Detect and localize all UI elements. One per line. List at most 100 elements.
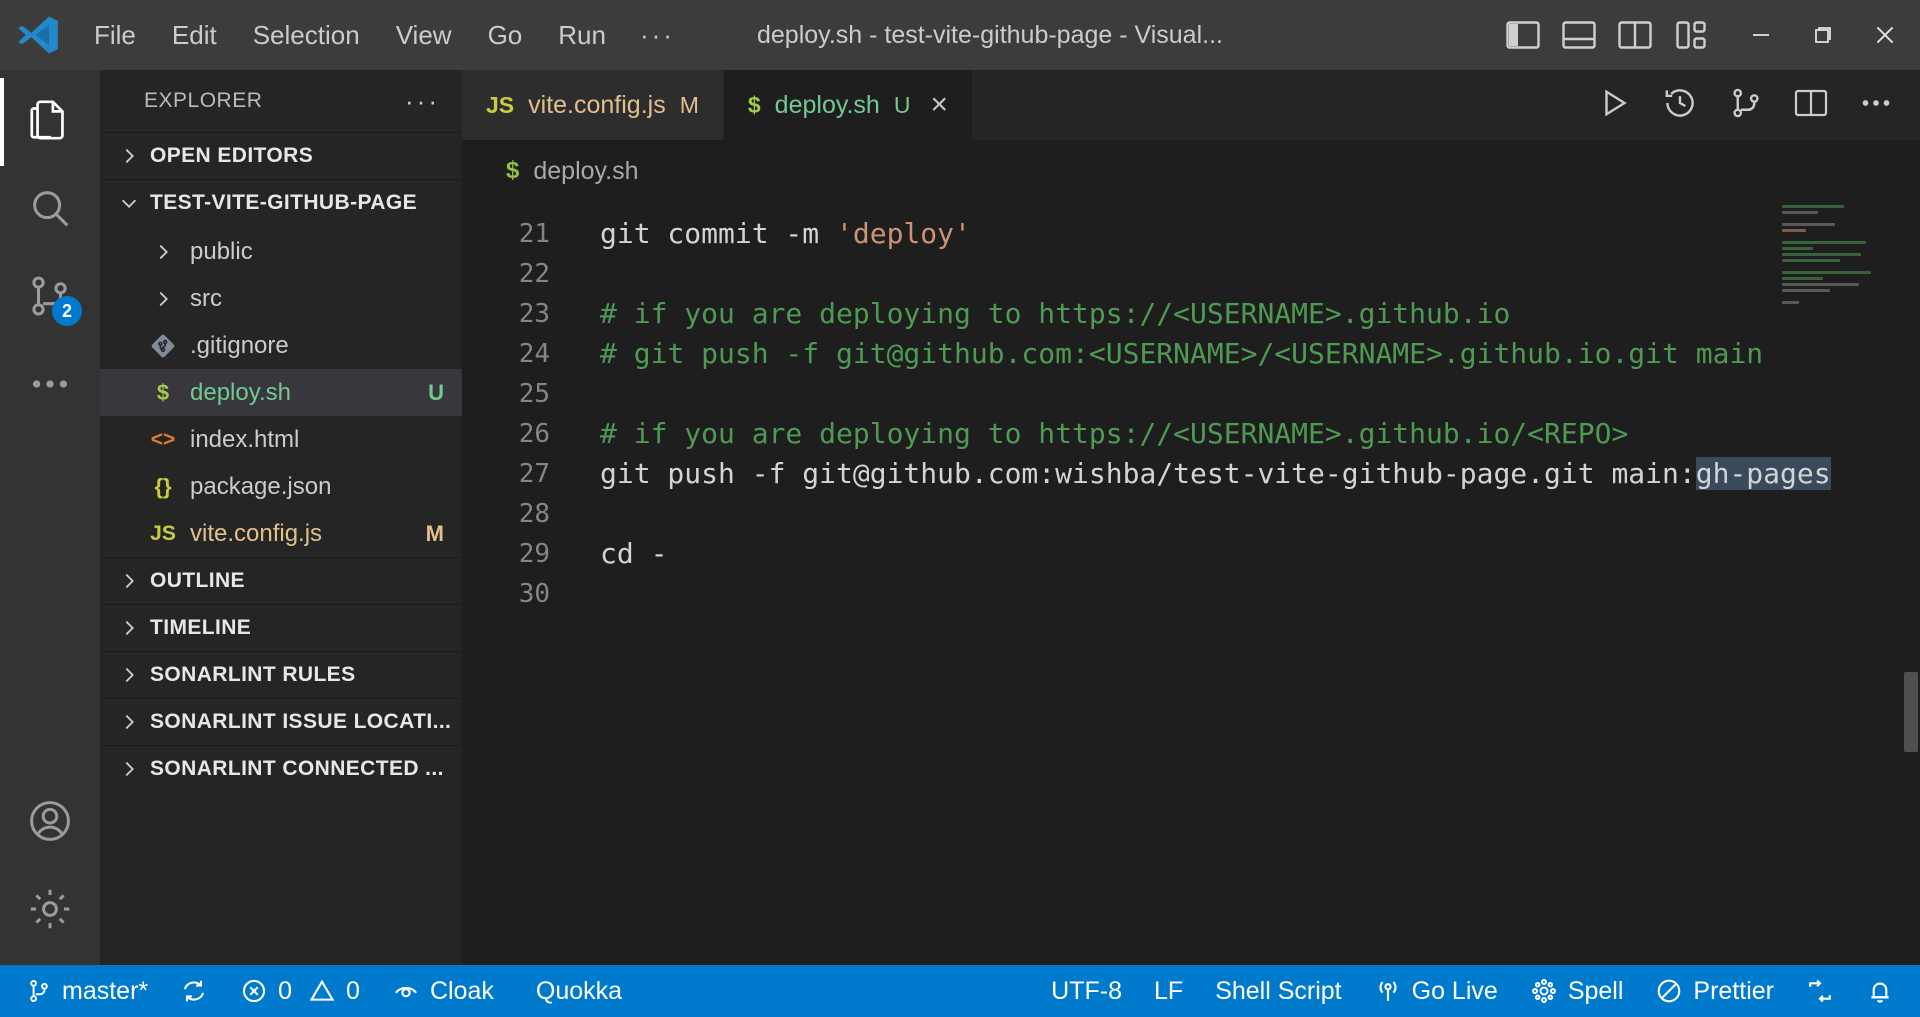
tree-item-package-json[interactable]: {} package.json bbox=[100, 463, 462, 510]
git-file-icon bbox=[148, 333, 178, 359]
window-controls bbox=[1730, 0, 1916, 70]
tree-item-index-html[interactable]: <> index.html bbox=[100, 416, 462, 463]
activity-more[interactable] bbox=[0, 342, 100, 430]
line-text: # git push -f git@github.com:<USERNAME>/… bbox=[600, 337, 1764, 370]
minimize-button[interactable] bbox=[1730, 0, 1792, 70]
tree-item-gitignore[interactable]: .gitignore bbox=[100, 322, 462, 369]
activity-accounts[interactable] bbox=[0, 779, 100, 867]
activity-source-control[interactable]: 2 bbox=[0, 254, 100, 342]
tree-item-public[interactable]: public bbox=[100, 228, 462, 275]
explorer-sidebar: EXPLORER ··· OPEN EDITORS TEST-VITE-GITH… bbox=[100, 70, 462, 965]
workbench-body: 2 EXPLORER ··· OPEN EDITORS TEST-VITE-GI… bbox=[0, 70, 1920, 965]
status-spell-label: Spell bbox=[1567, 976, 1624, 1005]
sidebar-section-outline[interactable]: OUTLINE bbox=[100, 557, 462, 604]
ellipsis-icon[interactable] bbox=[1858, 85, 1894, 126]
prettier-icon bbox=[1655, 977, 1683, 1005]
line-number: 29 bbox=[518, 539, 550, 569]
tab-deploy-sh[interactable]: $ deploy.sh U × bbox=[723, 70, 973, 140]
sidebar-more-actions-button[interactable]: ··· bbox=[405, 86, 440, 117]
ellipsis-icon bbox=[27, 361, 73, 412]
menu-more[interactable]: ··· bbox=[624, 14, 691, 57]
sidebar-section-workspace[interactable]: TEST-VITE-GITHUB-PAGE bbox=[100, 179, 462, 226]
close-icon[interactable]: × bbox=[930, 90, 948, 120]
sidebar-section-sonarlint-connected[interactable]: SONARLINT CONNECTED ... bbox=[100, 745, 462, 792]
status-branch[interactable]: master* bbox=[0, 965, 164, 1017]
status-spell[interactable]: Spell bbox=[1514, 965, 1640, 1017]
code-token: git push -f git@github.com:wishba/test-v… bbox=[600, 457, 1696, 490]
sidebar-section-sonarlint-issues[interactable]: SONARLINT ISSUE LOCATI... bbox=[100, 698, 462, 745]
status-quokka[interactable]: Quokka bbox=[510, 965, 638, 1017]
code-line: 27 git push -f git@github.com:wishba/tes… bbox=[462, 454, 1920, 494]
line-text: # if you are deploying to https://<USERN… bbox=[600, 417, 1629, 450]
activity-settings[interactable] bbox=[0, 867, 100, 955]
chevron-right-icon bbox=[118, 617, 140, 639]
vscode-logo-icon bbox=[0, 0, 76, 70]
play-icon[interactable] bbox=[1596, 85, 1632, 126]
editor-actions bbox=[1570, 70, 1920, 140]
code-editor[interactable]: 21 git commit -m 'deploy' 22 23 # if you… bbox=[462, 202, 1920, 965]
menu-selection[interactable]: Selection bbox=[235, 14, 378, 57]
status-branch-label: master* bbox=[62, 976, 149, 1005]
status-sync[interactable] bbox=[164, 965, 224, 1017]
close-button[interactable] bbox=[1854, 0, 1916, 70]
maximize-restore-button[interactable] bbox=[1792, 0, 1854, 70]
chevron-right-icon bbox=[148, 288, 178, 310]
title-bar: File Edit Selection View Go Run ··· depl… bbox=[0, 0, 1920, 70]
history-icon[interactable] bbox=[1662, 85, 1698, 126]
status-cloak-label: Cloak bbox=[429, 976, 494, 1005]
line-text bbox=[572, 374, 1920, 414]
source-control-badge: 2 bbox=[52, 296, 82, 326]
customize-layout-icon[interactable] bbox=[1674, 20, 1708, 50]
git-graph-icon[interactable] bbox=[1728, 85, 1764, 126]
error-icon bbox=[240, 977, 268, 1005]
toggle-primary-sidebar-icon[interactable] bbox=[1506, 20, 1540, 50]
sidebar-header: EXPLORER ··· bbox=[100, 70, 462, 132]
menu-go[interactable]: Go bbox=[470, 14, 541, 57]
status-quokka-label: Quokka bbox=[535, 976, 623, 1005]
split-editor-icon[interactable] bbox=[1794, 88, 1828, 123]
tab-vite-config-js[interactable]: JS vite.config.js M bbox=[462, 70, 724, 140]
chevron-right-icon bbox=[118, 711, 140, 733]
status-cloak[interactable]: Cloak bbox=[376, 965, 510, 1017]
status-encoding[interactable]: UTF-8 bbox=[1035, 965, 1138, 1017]
breadcrumb-label: deploy.sh bbox=[533, 156, 639, 185]
line-text: git commit -m 'deploy' bbox=[572, 214, 1920, 254]
toggle-panel-icon[interactable] bbox=[1562, 20, 1596, 50]
line-number: 30 bbox=[518, 579, 550, 609]
activity-search[interactable] bbox=[0, 166, 100, 254]
status-problems[interactable]: 0 0 bbox=[224, 965, 376, 1017]
status-error-count: 0 bbox=[278, 976, 293, 1005]
breadcrumb[interactable]: $ deploy.sh bbox=[462, 140, 1920, 202]
editor-scrollbar[interactable] bbox=[1902, 202, 1920, 965]
status-eol[interactable]: LF bbox=[1138, 965, 1199, 1017]
status-prettier[interactable]: Prettier bbox=[1639, 965, 1790, 1017]
sidebar-title: EXPLORER bbox=[144, 89, 263, 112]
toggle-secondary-sidebar-icon[interactable] bbox=[1618, 20, 1652, 50]
menu-run[interactable]: Run bbox=[540, 14, 624, 57]
menu-view[interactable]: View bbox=[378, 14, 470, 57]
menu-file[interactable]: File bbox=[76, 14, 154, 57]
menu-edit[interactable]: Edit bbox=[154, 14, 235, 57]
status-golive[interactable]: Go Live bbox=[1358, 965, 1514, 1017]
tree-item-vite-config[interactable]: JS vite.config.js M bbox=[100, 510, 462, 557]
sidebar-section-timeline[interactable]: TIMELINE bbox=[100, 604, 462, 651]
status-encoding-label: UTF-8 bbox=[1051, 976, 1122, 1005]
status-remote[interactable] bbox=[1790, 965, 1850, 1017]
js-file-icon: JS bbox=[486, 91, 515, 118]
shell-file-icon: $ bbox=[156, 379, 170, 405]
sidebar-section-open-editors[interactable]: OPEN EDITORS bbox=[100, 132, 462, 179]
editor-tab-bar: JS vite.config.js M $ deploy.sh U × bbox=[462, 70, 1920, 140]
status-notifications[interactable] bbox=[1850, 965, 1920, 1017]
spell-icon bbox=[1530, 977, 1558, 1005]
sidebar-section-sonarlint-rules[interactable]: SONARLINT RULES bbox=[100, 651, 462, 698]
tree-item-src[interactable]: src bbox=[100, 275, 462, 322]
code-token-string: 'deploy' bbox=[836, 217, 971, 250]
scrollbar-thumb[interactable] bbox=[1904, 672, 1918, 752]
tree-item-label: deploy.sh bbox=[190, 378, 291, 406]
tree-item-label: src bbox=[190, 284, 222, 312]
tree-item-label: .gitignore bbox=[190, 331, 289, 359]
activity-explorer[interactable] bbox=[0, 78, 100, 166]
status-language[interactable]: Shell Script bbox=[1199, 965, 1357, 1017]
tree-item-deploy-sh[interactable]: $ deploy.sh U bbox=[100, 369, 462, 416]
line-text bbox=[572, 494, 1920, 534]
